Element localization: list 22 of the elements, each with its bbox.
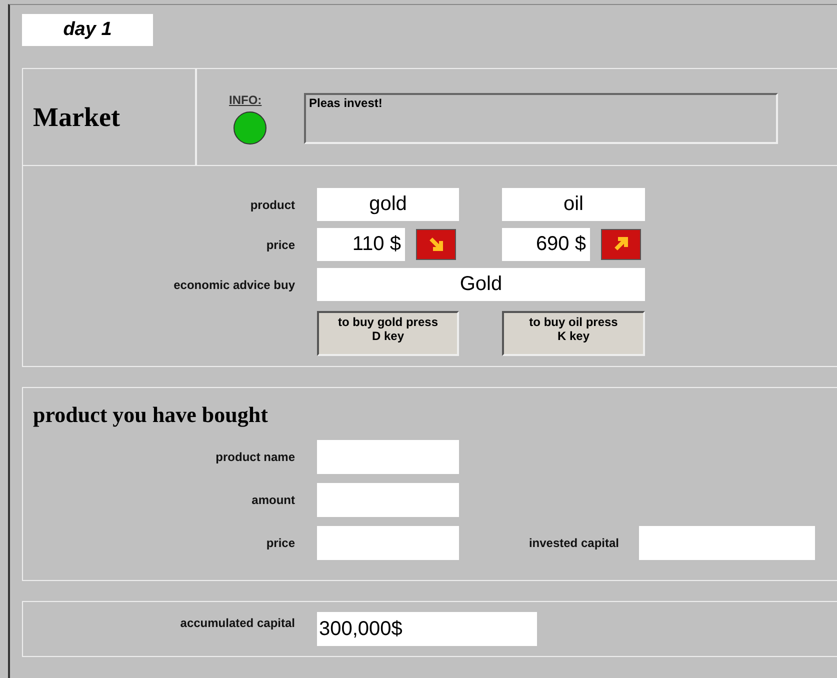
price-field: 690 $ bbox=[502, 228, 590, 261]
price-label: price bbox=[266, 238, 295, 252]
info-label: INFO: bbox=[229, 93, 262, 107]
capital-field: 300,000$ bbox=[317, 612, 537, 646]
key-hint: to buy gold press D key bbox=[317, 311, 459, 356]
product-field: gold bbox=[317, 188, 459, 221]
day-label: day 1 bbox=[22, 14, 153, 46]
key-hint: to buy oil press K key bbox=[502, 311, 645, 356]
info-message: Pleas invest! bbox=[304, 93, 778, 144]
status-light-icon bbox=[233, 111, 267, 145]
amount-label: amount bbox=[252, 493, 295, 507]
advice-label: economic advice buy bbox=[174, 278, 295, 292]
product-field: oil bbox=[502, 188, 645, 221]
product-name-label: product name bbox=[216, 450, 295, 464]
price-label: price bbox=[266, 536, 295, 550]
bought-title: product you have bought bbox=[32, 402, 269, 428]
price-field: 110 $ bbox=[317, 228, 405, 261]
capital-label: accumulated capital bbox=[180, 616, 295, 630]
product-label: product bbox=[250, 198, 295, 212]
advice-field: Gold bbox=[317, 268, 645, 301]
market-title: Market bbox=[23, 69, 197, 165]
invested-capital-label: invested capital bbox=[528, 536, 619, 550]
